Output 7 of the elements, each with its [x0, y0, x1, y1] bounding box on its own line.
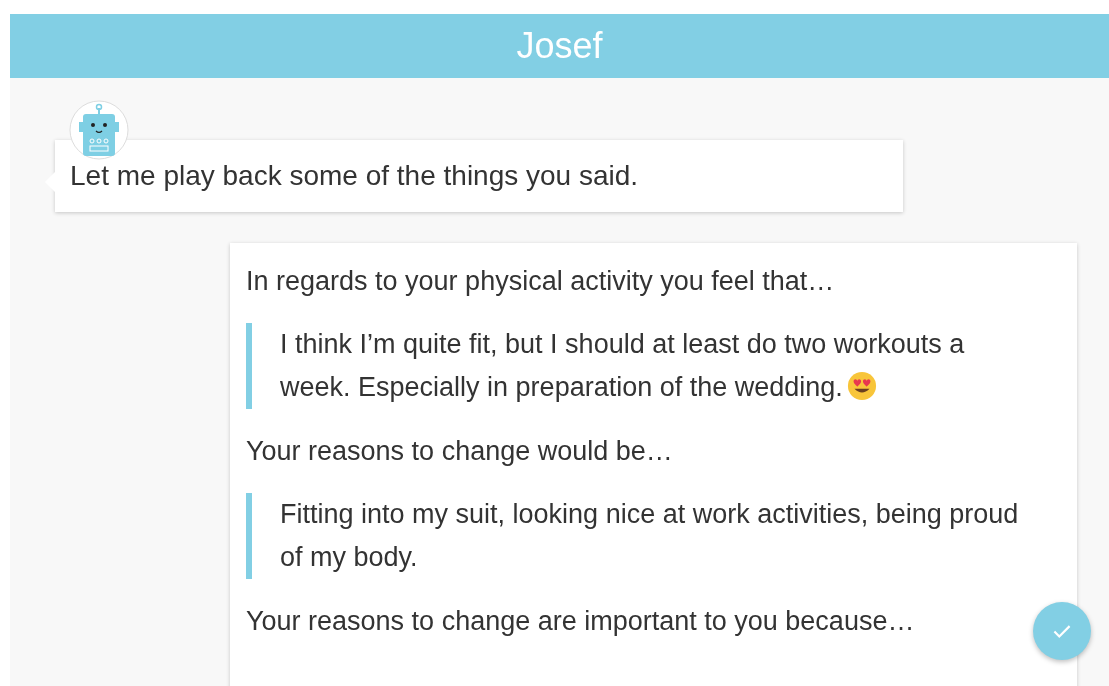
quote-text: I think I’m quite fit, but I should at least do two workouts a week. Especially in preparation of the wedding. — [280, 329, 965, 402]
message-text: Let me play back some of the things you said. — [70, 160, 639, 192]
prompt-text: Your reasons to change are important to you because… — [246, 605, 916, 638]
prompt-text: In regards to your physical activity you feel that… — [246, 265, 836, 298]
chat-title: Josef — [516, 25, 603, 67]
quote-text: Fitting into my suit, looking nice at work activities, being proud of my body. — [280, 499, 1019, 572]
prompt-text: Your reasons to change would be… — [246, 435, 674, 468]
